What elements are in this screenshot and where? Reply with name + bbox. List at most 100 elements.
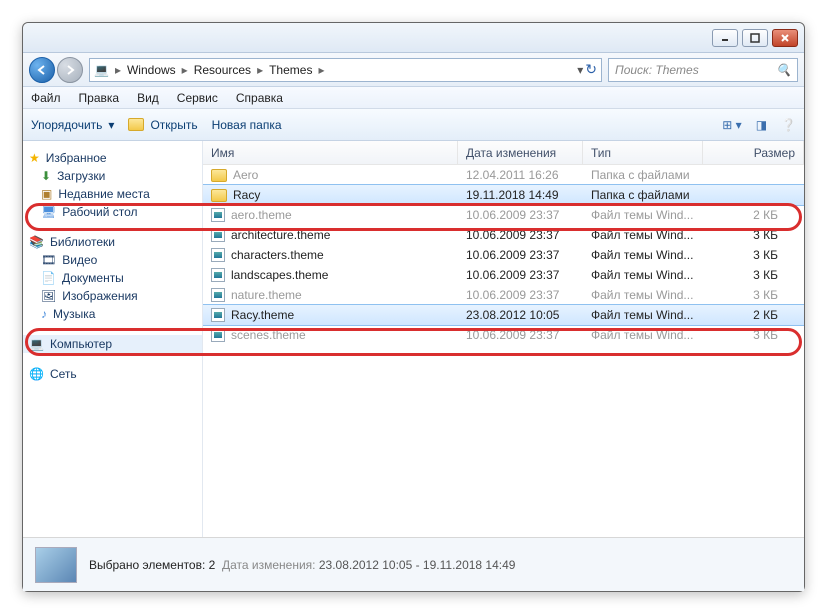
sidebar-favorites-header[interactable]: ★Избранное — [23, 149, 202, 167]
file-size: 3 КБ — [703, 268, 804, 282]
menu-bar: Файл Правка Вид Сервис Справка — [23, 87, 804, 109]
file-type: Файл темы Wind... — [583, 308, 703, 322]
column-type[interactable]: Тип — [583, 141, 703, 164]
file-size: 3 КБ — [703, 248, 804, 262]
file-row[interactable]: scenes.theme10.06.2009 23:37Файл темы Wi… — [203, 325, 804, 345]
menu-file[interactable]: Файл — [31, 91, 61, 105]
file-list: Имя Дата изменения Тип Размер Aero12.04.… — [203, 141, 804, 537]
recent-icon: ▣ — [41, 187, 52, 201]
help-icon[interactable]: ❔ — [781, 118, 796, 132]
folder-icon — [211, 169, 227, 182]
new-folder-button[interactable]: Новая папка — [212, 118, 282, 132]
column-date[interactable]: Дата изменения — [458, 141, 583, 164]
titlebar[interactable] — [23, 23, 804, 53]
sidebar-item-downloads[interactable]: ⬇Загрузки — [23, 167, 202, 185]
address-bar[interactable]: 💻 ▸ Windows ▸ Resources ▸ Themes ▸ ▾ ↻ — [89, 58, 602, 82]
chevron-right-icon[interactable]: ▸ — [318, 63, 324, 77]
minimize-button[interactable] — [712, 29, 738, 47]
thumbnail-icon — [35, 547, 77, 583]
file-name: Racy — [233, 188, 260, 202]
file-row[interactable]: Racy19.11.2018 14:49Папка с файлами — [203, 185, 804, 205]
chevron-right-icon[interactable]: ▸ — [257, 63, 263, 77]
sidebar: ★Избранное ⬇Загрузки ▣Недавние места 🖥Ра… — [23, 141, 203, 537]
computer-icon: 💻 — [94, 63, 109, 77]
preview-pane-icon[interactable]: ◨ — [756, 118, 767, 132]
file-size: 3 КБ — [703, 228, 804, 242]
menu-help[interactable]: Справка — [236, 91, 283, 105]
menu-tools[interactable]: Сервис — [177, 91, 218, 105]
image-icon: 🖼 — [41, 289, 56, 303]
music-icon: ♪ — [41, 307, 47, 321]
file-row[interactable]: aero.theme10.06.2009 23:37Файл темы Wind… — [203, 205, 804, 225]
file-name: nature.theme — [231, 288, 302, 302]
sidebar-item-images[interactable]: 🖼Изображения — [23, 287, 202, 305]
column-name[interactable]: Имя — [203, 141, 458, 164]
status-date-range: 23.08.2012 10:05 - 19.11.2018 14:49 — [319, 558, 516, 572]
sidebar-item-video[interactable]: 🎞Видео — [23, 251, 202, 269]
sidebar-item-recent[interactable]: ▣Недавние места — [23, 185, 202, 203]
close-button[interactable] — [772, 29, 798, 47]
column-headers: Имя Дата изменения Тип Размер — [203, 141, 804, 165]
sidebar-item-music[interactable]: ♪Музыка — [23, 305, 202, 323]
forward-button[interactable] — [57, 57, 83, 83]
computer-icon: 💻 — [29, 337, 44, 351]
column-size[interactable]: Размер — [703, 141, 804, 164]
view-options-icon[interactable]: ⊞ ▾ — [722, 118, 741, 132]
file-row[interactable]: landscapes.theme10.06.2009 23:37Файл тем… — [203, 265, 804, 285]
chevron-down-icon[interactable]: ▾ — [577, 63, 583, 77]
file-type: Файл темы Wind... — [583, 328, 703, 342]
menu-view[interactable]: Вид — [137, 91, 159, 105]
menu-edit[interactable]: Правка — [79, 91, 120, 105]
file-type: Папка с файлами — [583, 188, 703, 202]
video-icon: 🎞 — [41, 253, 56, 267]
maximize-button[interactable] — [742, 29, 768, 47]
sidebar-item-desktop[interactable]: 🖥Рабочий стол — [23, 203, 202, 221]
sidebar-item-documents[interactable]: 📄Документы — [23, 269, 202, 287]
search-icon[interactable]: 🔍 — [776, 63, 791, 77]
file-name: Racy.theme — [231, 308, 294, 322]
chevron-down-icon: ▾ — [108, 118, 114, 132]
file-size: 3 КБ — [703, 328, 804, 342]
back-button[interactable] — [29, 57, 55, 83]
nav-bar: 💻 ▸ Windows ▸ Resources ▸ Themes ▸ ▾ ↻ П… — [23, 53, 804, 87]
network-icon: 🌐 — [29, 367, 44, 381]
status-bar: Выбрано элементов: 2 Дата изменения: 23.… — [23, 537, 804, 591]
file-row[interactable]: Racy.theme 23.08.2012 10:05Файл темы Wind… — [203, 305, 804, 325]
file-row[interactable]: architecture.theme10.06.2009 23:37Файл т… — [203, 225, 804, 245]
file-date: 10.06.2009 23:37 — [458, 288, 583, 302]
file-type: Файл темы Wind... — [583, 248, 703, 262]
folder-icon — [211, 189, 227, 202]
file-type: Файл темы Wind... — [583, 268, 703, 282]
breadcrumb-item[interactable]: Resources — [194, 63, 251, 77]
file-type: Файл темы Wind... — [583, 208, 703, 222]
file-date: 10.06.2009 23:37 — [458, 228, 583, 242]
file-row[interactable]: Aero12.04.2011 16:26Папка с файлами — [203, 165, 804, 185]
file-type: Папка с файлами — [583, 168, 703, 182]
file-type: Файл темы Wind... — [583, 288, 703, 302]
file-date: 23.08.2012 10:05 — [458, 308, 583, 322]
theme-file-icon — [211, 328, 225, 342]
file-row[interactable]: characters.theme10.06.2009 23:37Файл тем… — [203, 245, 804, 265]
sidebar-item-network[interactable]: 🌐Сеть — [23, 365, 202, 383]
file-date: 10.06.2009 23:37 — [458, 268, 583, 282]
sidebar-item-computer[interactable]: 💻Компьютер — [23, 335, 202, 353]
explorer-window: 💻 ▸ Windows ▸ Resources ▸ Themes ▸ ▾ ↻ П… — [22, 22, 805, 592]
refresh-icon[interactable]: ↻ — [585, 61, 597, 78]
file-name: Aero — [233, 168, 258, 182]
desktop-icon: 🖥 — [41, 205, 56, 219]
chevron-right-icon[interactable]: ▸ — [182, 63, 188, 77]
breadcrumb-item[interactable]: Themes — [269, 63, 312, 77]
file-size: 2 КБ — [703, 208, 804, 222]
library-icon: 📚 — [29, 235, 44, 249]
open-button[interactable]: Открыть — [128, 118, 197, 132]
sidebar-libraries-header[interactable]: 📚Библиотеки — [23, 233, 202, 251]
search-input[interactable]: Поиск: Themes 🔍 — [608, 58, 798, 82]
organize-button[interactable]: Упорядочить▾ — [31, 118, 114, 132]
file-row[interactable]: nature.theme 10.06.2009 23:37Файл темы Wi… — [203, 285, 804, 305]
file-date: 10.06.2009 23:37 — [458, 208, 583, 222]
theme-file-icon — [211, 288, 225, 302]
breadcrumb-item[interactable]: Windows — [127, 63, 176, 77]
download-icon: ⬇ — [41, 169, 51, 183]
file-type: Файл темы Wind... — [583, 228, 703, 242]
chevron-right-icon[interactable]: ▸ — [115, 63, 121, 77]
